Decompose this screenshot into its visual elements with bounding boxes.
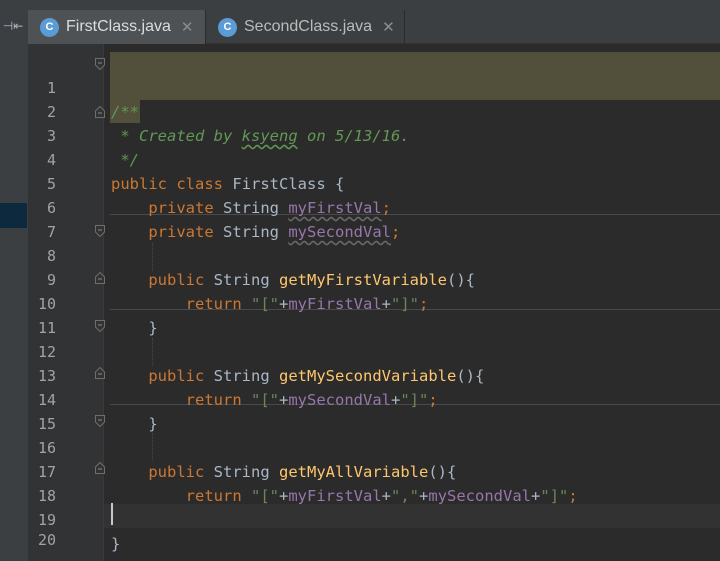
tab-label: FirstClass.java: [66, 18, 171, 35]
code-line: 8 public String getMyFirstVariable(){: [0, 220, 720, 289]
code-line: 7: [0, 196, 720, 241]
code-line: 3 */: [0, 100, 720, 169]
tab-secondclass[interactable]: C SecondClass.java ✕: [206, 10, 405, 44]
code-line: 6 private String mySecondVal;: [0, 172, 720, 241]
close-icon[interactable]: ✕: [382, 18, 402, 36]
code-line: 16 public String getMyAllVariable(){: [0, 412, 720, 481]
code-line: 2 * Created by ksyeng on 5/13/16.: [0, 76, 720, 145]
close-icon[interactable]: ✕: [181, 18, 201, 36]
tab-firstclass[interactable]: C FirstClass.java ✕: [28, 10, 206, 44]
code-line[interactable]: 20: [0, 504, 720, 549]
code-line: 15: [0, 388, 720, 433]
tab-label: SecondClass.java: [244, 18, 373, 35]
code-line: 13 return "["+mySecondVal+"]";: [0, 340, 720, 409]
collapse-panel-icon[interactable]: ⊣⇤: [0, 14, 26, 38]
text-caret: [111, 503, 113, 525]
code-line: 10 }: [0, 268, 720, 337]
java-class-icon: C: [218, 17, 237, 37]
code-line: 5 private String myFirstVal;: [0, 148, 720, 217]
code-line: 18 }: [0, 460, 720, 529]
line-number: 20: [37, 531, 56, 549]
code-line: 12 public String getMySecondVariable(){: [0, 316, 720, 385]
code-line: 1 /**: [0, 52, 720, 121]
code-line: 11: [0, 292, 720, 337]
code-line: 9 return "["+myFirstVal+"]";: [0, 244, 720, 313]
java-class-icon: C: [40, 17, 59, 37]
code-line: 14 }: [0, 364, 720, 433]
editor-tab-bar: C FirstClass.java ✕ C SecondClass.java ✕: [28, 0, 720, 44]
code-line: 17 return "["+myFirstVal+","+mySecondVal…: [0, 436, 720, 505]
brace: }: [111, 535, 121, 553]
code-line: 4 public class FirstClass {: [0, 124, 720, 193]
